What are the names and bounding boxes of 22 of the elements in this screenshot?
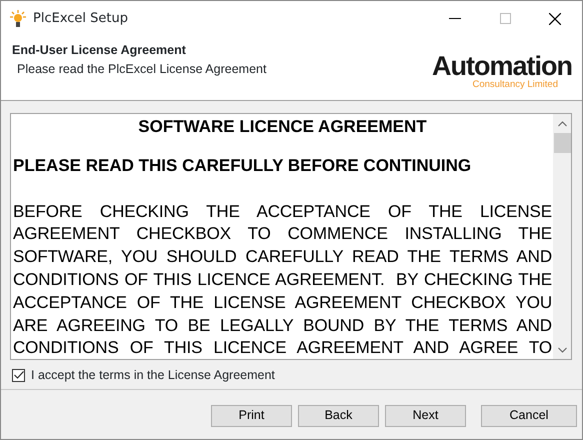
accept-checkbox[interactable] <box>12 368 25 382</box>
license-paragraph: BEFORE CHECKING THE ACCEPTANCE OF THE LICENSE AGREEMENT CHECKBOX TO COMMENCE INSTALLING THE SOFTWARE, YOU SHOULD CAREFULLY READ THE TERMS AND CONDITIONS OF THIS LICENCE AGREEMENT. BY CHECKING THE ACCEPTANCE OF THE LICENSE AGREEMENT CHECKBOX YOU ARE AGREEING TO BE LEGALLY BOUND BY THE TERMS AND CONDITIONS OF THIS LICENCE AGREEMENT AND AGREE TO <box>13 200 552 359</box>
app-icon <box>9 10 27 28</box>
license-subheading: PLEASE READ THIS CAREFULLY BEFORE CONTINUING <box>13 154 472 177</box>
cancel-button[interactable]: Cancel <box>481 404 577 427</box>
page-subtitle: Please read the PlcExcel License Agreement <box>16 60 266 78</box>
page-title: End-User License Agreement <box>12 42 187 59</box>
scrollbar[interactable] <box>553 114 571 359</box>
window-title: PlcExcel Setup <box>33 10 128 28</box>
license-heading: SOFTWARE LICENCE AGREEMENT <box>137 116 428 138</box>
back-button[interactable]: Back <box>298 404 379 427</box>
check-icon <box>14 371 24 380</box>
company-logo: Automation Consultancy Limited <box>432 53 572 92</box>
close-icon <box>549 12 561 24</box>
scroll-thumb[interactable] <box>554 133 570 153</box>
scroll-up-icon <box>558 121 566 127</box>
minimize-icon <box>449 18 461 20</box>
maximize-icon <box>500 13 510 24</box>
next-button[interactable]: Next <box>385 404 466 427</box>
print-button[interactable]: Print <box>211 404 292 427</box>
accept-label: I accept the terms in the License Agreement <box>31 367 275 384</box>
scroll-down-icon <box>558 347 566 353</box>
